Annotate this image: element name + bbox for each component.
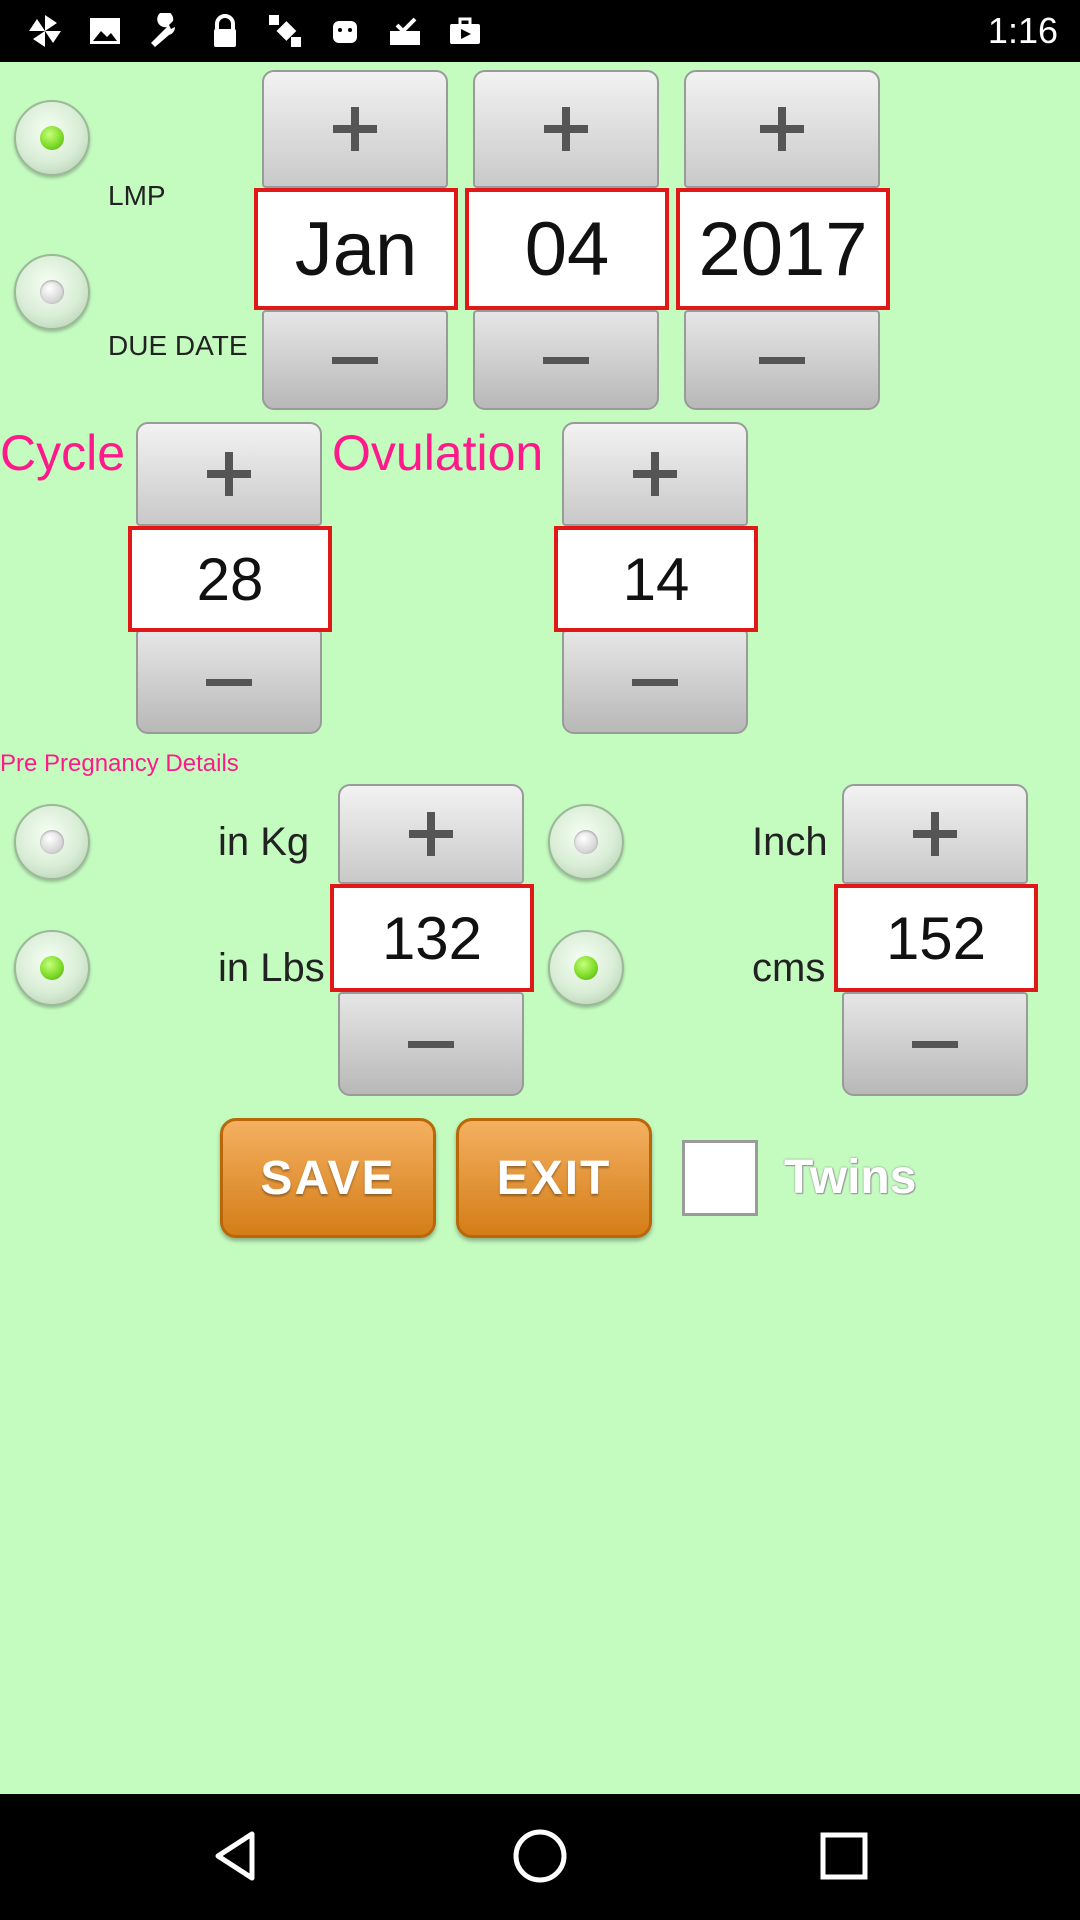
lmp-label: LMP — [108, 180, 166, 211]
weight-decrement-button[interactable] — [338, 992, 524, 1096]
kg-radio[interactable] — [14, 804, 90, 880]
weight-spinner: 132 — [330, 784, 534, 1096]
month-spinner: Jan — [254, 70, 458, 410]
month-increment-button[interactable] — [262, 70, 448, 188]
minus-icon — [543, 356, 589, 364]
cycle-decrement-button[interactable] — [136, 630, 322, 734]
lock-icon — [206, 12, 244, 50]
height-spinner: 152 — [834, 784, 1038, 1096]
day-spinner: 04 — [465, 70, 669, 410]
ovulation-decrement-button[interactable] — [562, 630, 748, 734]
fake-gps-icon — [266, 12, 304, 50]
android-icon — [326, 12, 364, 50]
month-decrement-button[interactable] — [262, 310, 448, 410]
due-date-radio[interactable] — [14, 254, 90, 330]
cycle-spinner: 28 — [128, 422, 332, 734]
wrench-icon — [146, 12, 184, 50]
plus-icon — [207, 452, 251, 496]
cms-label: cms — [752, 946, 826, 990]
status-bar: 1:16 — [0, 0, 1080, 62]
lbs-radio[interactable] — [14, 930, 90, 1006]
weight-value[interactable]: 132 — [330, 884, 534, 992]
image-icon — [86, 12, 124, 50]
plus-icon — [633, 452, 677, 496]
status-time: 1:16 — [987, 10, 1058, 51]
year-decrement-button[interactable] — [684, 310, 880, 410]
ovulation-increment-button[interactable] — [562, 422, 748, 526]
plus-icon — [409, 812, 453, 856]
plus-icon — [760, 107, 804, 151]
back-icon[interactable] — [206, 1826, 266, 1886]
lbs-label: in Lbs — [218, 946, 325, 990]
app-root: 1:16 LMP DUE DATE Jan 04 2017 Cycle 28 O… — [0, 0, 1080, 1920]
pinwheel-icon — [26, 12, 64, 50]
inch-label: Inch — [752, 820, 828, 864]
minus-icon — [632, 678, 678, 686]
cycle-increment-button[interactable] — [136, 422, 322, 526]
plus-icon — [333, 107, 377, 151]
home-icon[interactable] — [510, 1826, 570, 1886]
cycle-value[interactable]: 28 — [128, 526, 332, 632]
cms-radio[interactable] — [548, 930, 624, 1006]
kg-label: in Kg — [218, 820, 310, 864]
main-content: LMP DUE DATE Jan 04 2017 Cycle 28 Ovulat… — [0, 62, 1080, 1794]
twins-checkbox[interactable] — [682, 1140, 758, 1216]
height-increment-button[interactable] — [842, 784, 1028, 884]
month-value[interactable]: Jan — [254, 188, 458, 310]
year-increment-button[interactable] — [684, 70, 880, 188]
pre-pregnancy-title: Pre Pregnancy Details — [0, 750, 239, 777]
day-decrement-button[interactable] — [473, 310, 659, 410]
minus-icon — [332, 356, 378, 364]
minus-icon — [759, 356, 805, 364]
plus-icon — [913, 812, 957, 856]
twins-label: Twins — [784, 1151, 917, 1204]
day-value[interactable]: 04 — [465, 188, 669, 310]
height-decrement-button[interactable] — [842, 992, 1028, 1096]
due-date-label: DUE DATE — [108, 330, 248, 361]
save-button[interactable]: SAVE — [220, 1118, 436, 1238]
recents-icon[interactable] — [814, 1826, 874, 1886]
exit-button[interactable]: EXIT — [456, 1118, 652, 1238]
minus-icon — [912, 1040, 958, 1048]
ovulation-spinner: 14 — [554, 422, 758, 734]
briefcase-icon — [446, 12, 484, 50]
cycle-label: Cycle — [0, 425, 126, 481]
minus-icon — [408, 1040, 454, 1048]
ovulation-label: Ovulation — [332, 425, 544, 481]
plus-icon — [544, 107, 588, 151]
inch-radio[interactable] — [548, 804, 624, 880]
day-increment-button[interactable] — [473, 70, 659, 188]
ovulation-value[interactable]: 14 — [554, 526, 758, 632]
inbox-check-icon — [386, 12, 424, 50]
year-value[interactable]: 2017 — [676, 188, 890, 310]
year-spinner: 2017 — [676, 70, 890, 410]
navigation-bar — [0, 1794, 1080, 1920]
minus-icon — [206, 678, 252, 686]
lmp-radio[interactable] — [14, 100, 90, 176]
weight-increment-button[interactable] — [338, 784, 524, 884]
height-value[interactable]: 152 — [834, 884, 1038, 992]
